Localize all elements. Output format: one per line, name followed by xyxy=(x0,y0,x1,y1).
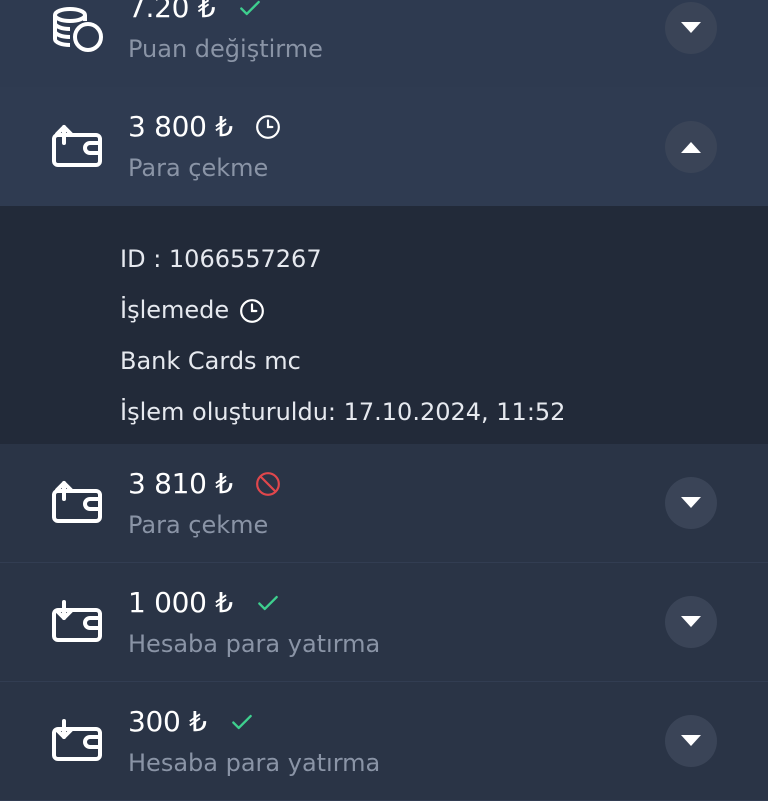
transaction-row[interactable]: 3 800 ₺ Para çekme xyxy=(0,87,768,206)
chevron-down-icon xyxy=(681,616,701,628)
transaction-details-panel: ID : 1066557267 İşlemede Bank Cards mc İ… xyxy=(0,206,768,444)
transaction-type: Puan değiştirme xyxy=(128,35,323,63)
chevron-down-icon xyxy=(681,497,701,509)
transaction-id: ID : 1066557267 xyxy=(120,245,322,273)
expand-toggle-button[interactable] xyxy=(665,715,717,767)
transaction-amount: 7.20 ₺ xyxy=(128,0,216,24)
pending-clock-icon xyxy=(239,298,265,324)
transaction-type: Hesaba para yatırma xyxy=(128,749,381,777)
wallet-deposit-icon xyxy=(50,717,106,765)
transaction-status: İşlemede xyxy=(120,285,768,336)
transaction-row[interactable]: 7.20 ₺ Puan değiştirme xyxy=(0,0,768,87)
creation-date: İşlem oluşturuldu: 17.10.2024, 11:52 xyxy=(120,398,566,426)
transaction-type: Para çekme xyxy=(128,154,269,182)
transaction-amount: 300 ₺ xyxy=(128,705,207,738)
transaction-amount: 3 800 ₺ xyxy=(128,110,233,143)
wallet-deposit-icon xyxy=(50,598,106,646)
chevron-up-icon xyxy=(681,141,701,153)
transaction-row[interactable]: 1 000 ₺ Hesaba para yatırma xyxy=(0,563,768,682)
success-check-icon xyxy=(229,709,255,735)
transaction-row[interactable]: 3 810 ₺ Para çekme xyxy=(0,444,768,563)
cancelled-icon xyxy=(255,471,281,497)
pending-clock-icon xyxy=(255,114,281,140)
transaction-history-list: 7.20 ₺ Puan değiştirme 3 800 ₺ Para çekm… xyxy=(0,0,768,801)
wallet-withdraw-icon xyxy=(50,479,106,527)
transaction-row[interactable]: 300 ₺ Hesaba para yatırma xyxy=(0,682,768,801)
chevron-down-icon xyxy=(681,21,701,34)
transaction-type: Hesaba para yatırma xyxy=(128,630,381,658)
transaction-amount: 1 000 ₺ xyxy=(128,586,233,619)
expand-toggle-button[interactable] xyxy=(665,477,717,529)
expand-toggle-button[interactable] xyxy=(665,1,717,54)
collapse-toggle-button[interactable] xyxy=(665,120,717,173)
wallet-withdraw-icon xyxy=(50,123,106,171)
chevron-down-icon xyxy=(681,735,701,747)
expand-toggle-button[interactable] xyxy=(665,596,717,648)
transaction-amount: 3 810 ₺ xyxy=(128,467,233,500)
payment-method: Bank Cards mc xyxy=(120,347,301,375)
coins-icon xyxy=(50,4,106,52)
success-check-icon xyxy=(255,590,281,616)
transaction-type: Para çekme xyxy=(128,511,269,539)
success-check-icon xyxy=(237,0,263,21)
